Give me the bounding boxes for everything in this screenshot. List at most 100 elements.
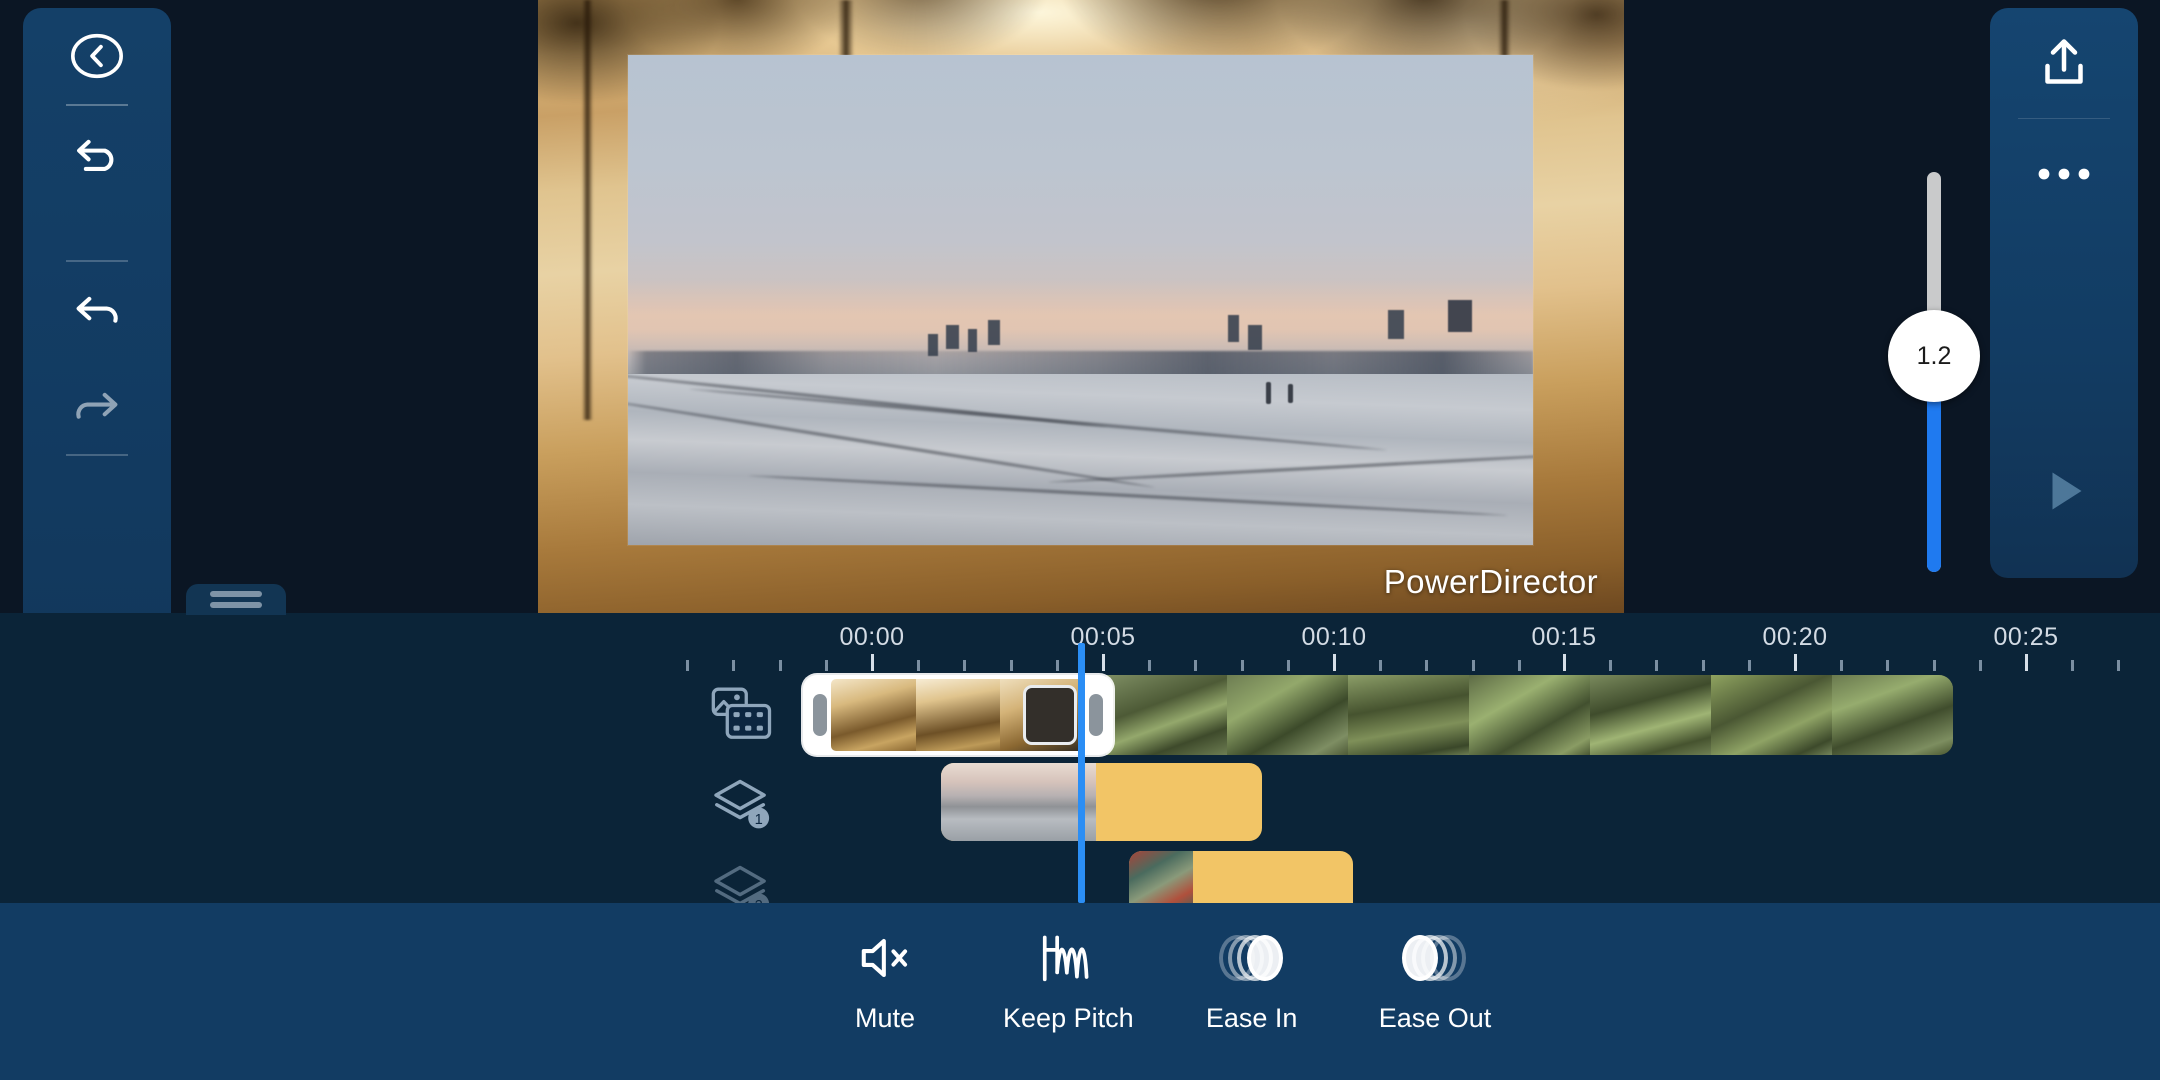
ruler-tick-minor [1886,660,1890,671]
arrow-right-icon [76,392,118,419]
ruler-tick-minor [1148,660,1152,671]
ruler-tick-minor [1471,660,1475,671]
main-video-clip-selected[interactable] [803,675,1113,755]
track-icon-video[interactable] [705,677,779,751]
clip-thumb [1106,675,1227,755]
speaker-mute-icon [854,927,916,989]
person-silhouette [1266,382,1271,405]
ease-in-button[interactable]: Ease In [1167,927,1337,1034]
keep-pitch-button[interactable]: Keep Pitch [983,927,1153,1034]
ruler-tick-minor [1609,660,1613,671]
clip-thumb [1711,675,1832,755]
main-video-clip-rest[interactable] [1106,675,1953,755]
trim-handle-left[interactable] [813,694,827,736]
building [1228,314,1239,342]
ruler-tick-minor [824,660,828,671]
more-options-button[interactable] [1990,119,2138,229]
share-export-icon [2045,39,2083,84]
back-circle-icon [71,33,123,79]
pip-image [628,55,1533,545]
building [946,324,959,349]
handle-bar [210,602,262,608]
speed-slider[interactable]: 1.2 [1888,172,1980,572]
ruler-tick-minor [1517,660,1521,671]
building-tall [1448,300,1472,332]
ruler-tick-minor [1379,660,1383,671]
ruler-tick-minor [1194,660,1198,671]
ease-out-button[interactable]: Ease Out [1350,927,1520,1034]
wave-line [748,473,1508,517]
pip-clip-1[interactable] [941,763,1262,841]
ruler-tick-minor [1932,660,1936,671]
ease-out-label: Ease Out [1378,1003,1492,1033]
ruler-tick-minor [1240,660,1244,671]
ruler-tick-major [1563,654,1566,671]
ruler-tick-major [1794,654,1797,671]
ruler-label: 00:20 [1762,623,1828,651]
ruler-tick-minor [1055,660,1059,671]
wave-line [1048,451,1533,484]
clip-transition-marker[interactable] [1023,685,1077,745]
ruler-tick-minor [1747,660,1751,671]
beach-sand [628,370,1533,545]
ease-in-label: Ease In [1205,1003,1298,1033]
ruler-label: 00:10 [1301,623,1367,651]
clip-thumb [1469,675,1590,755]
pip-clip-2[interactable] [1129,851,1353,903]
ruler-label: 00:00 [839,623,905,651]
ruler-tick-minor [1701,660,1705,671]
clip-thumb [941,763,1096,841]
timeline-drag-handle[interactable] [186,584,286,615]
play-button[interactable] [1990,436,2138,546]
ruler-tick-major [871,654,874,671]
ruler-tick-minor [963,660,967,671]
building [1248,324,1262,350]
back-button[interactable] [23,8,171,104]
ruler-tick-minor [2117,660,2121,671]
ruler-tick-minor [2071,660,2075,671]
ruler-tick-major [1102,654,1105,671]
playhead[interactable] [1078,643,1085,903]
city-skyline [628,351,1533,376]
ruler-tick-minor [778,660,782,671]
track-icon-pip-2[interactable]: 2 [705,853,779,903]
play-triangle-icon [2052,472,2082,510]
ruler-tick-minor [732,660,736,671]
undo-curve-icon [77,139,114,172]
export-button[interactable] [1990,8,2138,118]
video-preview[interactable]: PowerDirector [538,0,1624,613]
clip-thumb [1348,675,1469,755]
building [1388,309,1404,339]
clip-thumb [1227,675,1348,755]
arrow-left-icon [76,296,118,323]
tree-trunk [582,0,593,420]
wave-line [689,387,1387,452]
keep-pitch-label: Keep Pitch [1003,1003,1134,1033]
track-icon-pip-1[interactable]: 1 [705,767,779,841]
clip-thumb [1832,675,1953,755]
ruler-tick-minor [686,660,690,671]
ruler-tick-minor [1009,660,1013,671]
ellipsis-icon [2038,168,2090,180]
ruler-tick-minor [917,660,921,671]
ruler-tick-minor [1286,660,1290,671]
mute-label: Mute [854,1003,916,1033]
trim-handle-right[interactable] [1089,694,1103,736]
undo-button[interactable] [23,262,171,358]
building [928,334,938,357]
ease-in-icon [1218,927,1285,989]
svg-text:1: 1 [755,812,763,828]
mute-button[interactable]: Mute [800,927,970,1034]
layers-icon: 1 [714,779,770,829]
ruler-tick-minor [1978,660,1982,671]
slider-thumb-value[interactable]: 1.2 [1888,310,1980,402]
building [968,329,977,353]
ruler-tick-minor [1655,660,1659,671]
ruler-label: 00:25 [1993,623,2059,651]
timeline[interactable]: 00:00 00:05 00:10 00:15 00:20 00:25 1 [0,584,2160,903]
pip-overlay-clip[interactable] [628,55,1533,545]
photo-film-icon [711,687,772,739]
redo-button[interactable] [23,358,171,454]
undo-arrow-button[interactable] [23,106,171,202]
waveform-pitch-icon [1037,927,1099,989]
